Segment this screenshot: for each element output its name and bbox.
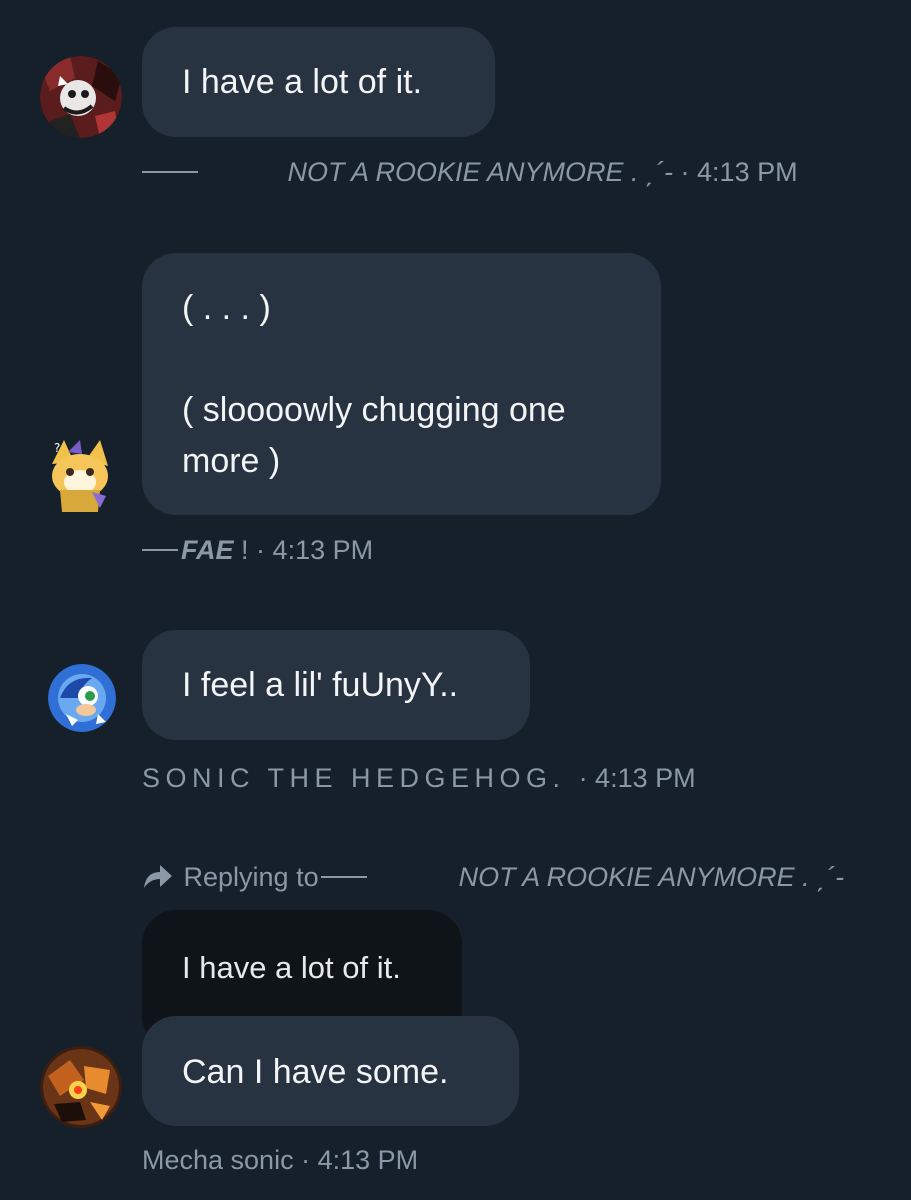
timestamp[interactable]: 4:13 PM xyxy=(273,535,374,565)
message-bubble[interactable]: I feel a lil' fuUnyY.. xyxy=(142,630,530,740)
author-suffix: ! · xyxy=(241,535,266,565)
author-name[interactable]: SONIC THE HEDGEHOG. xyxy=(142,763,566,793)
reply-arrow-icon xyxy=(142,862,176,890)
timestamp[interactable]: · 4:13 PM xyxy=(301,1145,418,1175)
divider-dash xyxy=(142,548,178,551)
reply-context: Replying to NOT A ROOKIE ANYMORE . ˏ´- xyxy=(142,862,844,893)
avatar-red-black-cartoon-icon[interactable] xyxy=(40,56,122,138)
message-text-line xyxy=(182,334,621,385)
message-text: I feel a lil' fuUnyY.. xyxy=(182,666,459,704)
avatar-yellow-fox-icon[interactable]: ? xyxy=(40,434,122,516)
message-text-line: ( sloooowly chugging one xyxy=(182,391,566,429)
author-name[interactable]: FAE xyxy=(181,535,234,565)
reply-label: Replying to xyxy=(183,862,319,892)
author-name[interactable]: Mecha sonic xyxy=(142,1145,294,1175)
message-meta: NOT A ROOKIE ANYMORE . ˏ´- · 4:13 PM xyxy=(142,157,798,188)
timestamp[interactable]: · 4:13 PM xyxy=(579,763,696,793)
timestamp[interactable]: · 4:13 PM xyxy=(681,157,798,187)
message-meta: SONIC THE HEDGEHOG. · 4:13 PM xyxy=(142,763,696,794)
divider-dash xyxy=(320,875,367,878)
message-text: I have a lot of it. xyxy=(182,63,423,101)
avatar-blue-sonic-icon[interactable] xyxy=(48,664,116,732)
quoted-message-text: I have a lot of it. xyxy=(182,950,401,985)
message-text: Can I have some. xyxy=(182,1053,449,1091)
message-bubble[interactable]: ( . . . ) ( sloooowly chugging one more … xyxy=(142,253,661,515)
author-name[interactable]: NOT A ROOKIE ANYMORE . ˏ´- xyxy=(288,157,674,187)
message-meta: FAE ! · 4:13 PM xyxy=(142,535,373,566)
divider-dash xyxy=(142,170,198,173)
message-meta: Mecha sonic · 4:13 PM xyxy=(142,1145,418,1176)
message-bubble[interactable]: I have a lot of it. xyxy=(142,27,495,137)
message-text-line: more ) xyxy=(182,442,281,480)
message-text-line: ( . . . ) xyxy=(182,289,271,327)
svg-text:?: ? xyxy=(54,441,60,455)
avatar-orange-robot-icon[interactable] xyxy=(40,1046,122,1128)
message-bubble[interactable]: Can I have some. xyxy=(142,1016,519,1126)
reply-to-author[interactable]: NOT A ROOKIE ANYMORE . ˏ´- xyxy=(459,862,845,892)
